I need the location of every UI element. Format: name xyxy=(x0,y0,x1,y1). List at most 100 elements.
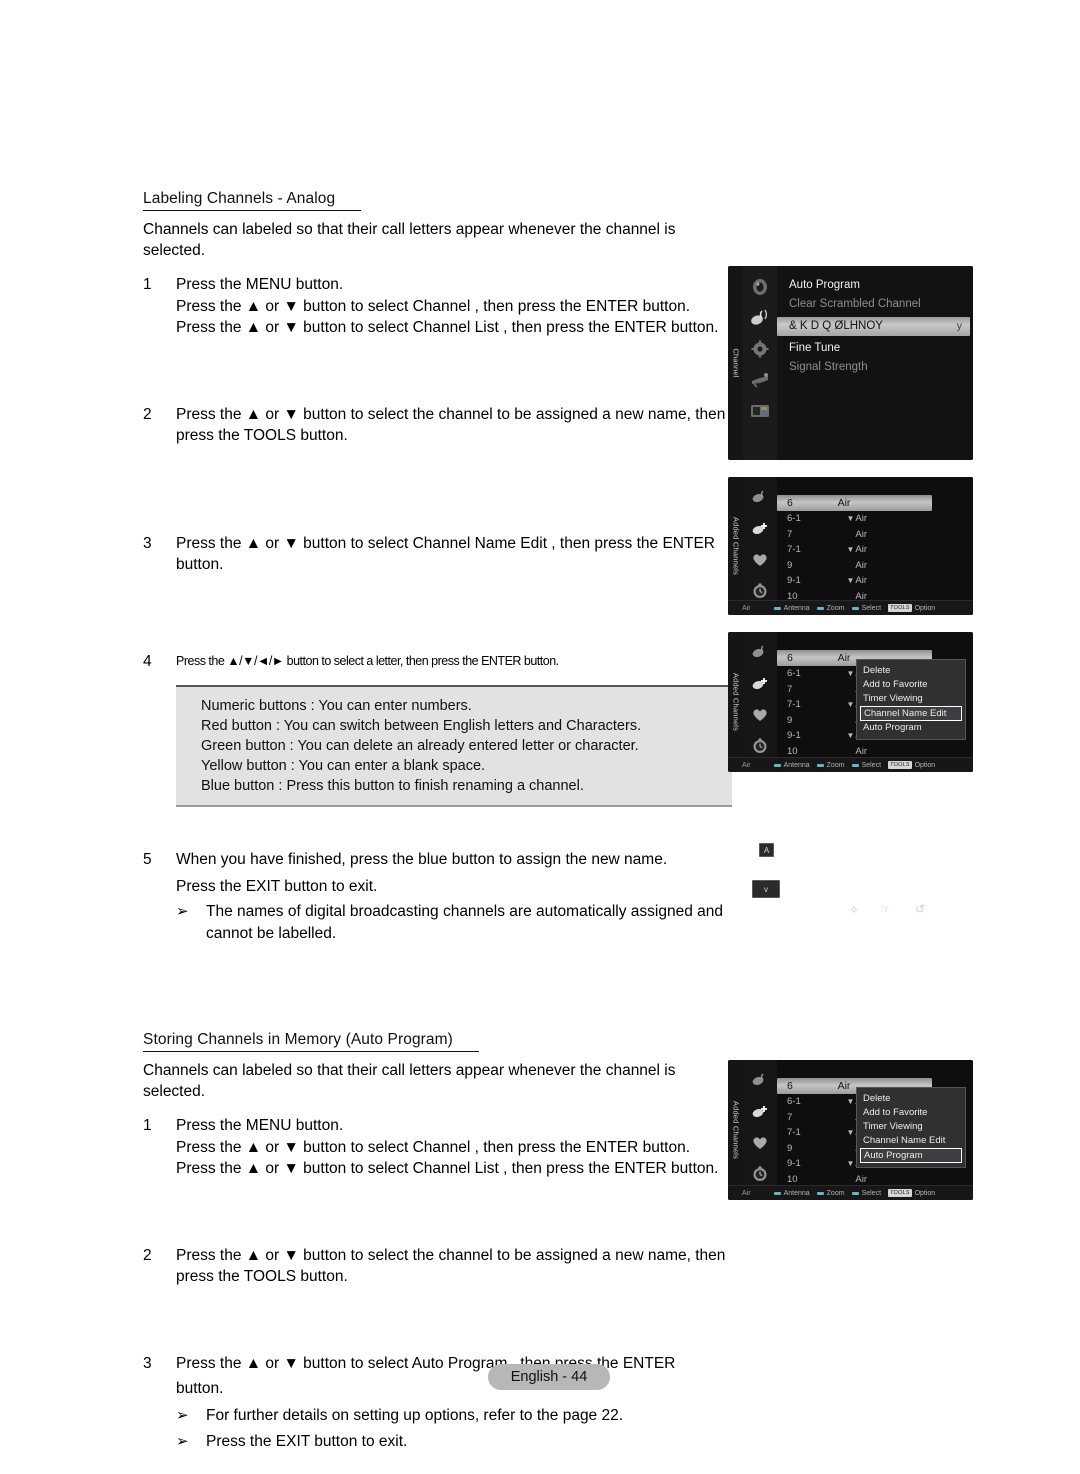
step-text: Press the ▲ or ▼ button to select the ch… xyxy=(176,1245,735,1288)
legend-line: Red button : You can switch between Engl… xyxy=(201,718,642,734)
bullet-line: cannot be labelled. xyxy=(206,924,337,942)
antenna-icon[interactable] xyxy=(747,485,773,511)
status-select[interactable]: Select xyxy=(851,605,881,612)
step-line: button. xyxy=(176,1380,224,1397)
bullet-line: Press the EXIT button to exit. xyxy=(206,1433,408,1450)
favorite-heart-icon[interactable] xyxy=(747,702,773,728)
channel-list-icon-rail xyxy=(743,632,777,772)
setup-gear-icon[interactable] xyxy=(747,336,773,362)
table-row[interactable]: 7 Air xyxy=(777,527,973,543)
status-select-label: Select xyxy=(861,761,882,769)
bullet-text: The names of digital broadcasting channe… xyxy=(206,901,735,944)
section-heading: Labeling Channels - Analog xyxy=(143,190,362,211)
section-labeling-channels-analog: Labeling Channels - Analog Channels can … xyxy=(143,190,735,944)
green-key-icon xyxy=(851,763,859,767)
context-item-channel-name-edit[interactable]: Channel Name Edit xyxy=(860,706,962,721)
tv-screenshot-channel-menu: Channel Auto Program Clear Scrambled Cha… xyxy=(728,266,973,460)
timer-clock-icon[interactable] xyxy=(747,733,773,759)
timer-clock-icon[interactable] xyxy=(747,1161,773,1187)
status-select[interactable]: Select xyxy=(851,1190,881,1197)
input-plug-icon[interactable] xyxy=(747,367,773,393)
status-zoom[interactable]: Zoom xyxy=(816,1189,845,1197)
context-item-channel-name-edit[interactable]: Channel Name Edit xyxy=(857,1134,965,1148)
context-item-delete[interactable]: Delete xyxy=(857,1092,965,1106)
green-key-icon xyxy=(773,1191,781,1195)
down-arrow-icon: ▼ xyxy=(846,1128,855,1137)
channel-number: 7-1 xyxy=(787,1127,801,1138)
section-storing-channels-auto-program: Storing Channels in Memory (Auto Program… xyxy=(143,1031,735,1453)
down-arrow-icon: ▼ xyxy=(846,576,855,585)
menu-side-label-text: Channel xyxy=(731,348,740,378)
step-number: 1 xyxy=(143,1117,152,1134)
menu-item-fine-tune[interactable]: Fine Tune xyxy=(777,339,973,358)
context-item-auto-program[interactable]: Auto Program xyxy=(860,1148,962,1163)
down-arrow-icon: ▼ xyxy=(846,1159,855,1168)
bullet-line: The names of digital broadcasting channe… xyxy=(206,903,723,920)
context-item-timer-viewing[interactable]: Timer Viewing xyxy=(857,692,965,706)
status-source: Air xyxy=(742,604,751,612)
menu-item-signal-strength[interactable]: Signal Strength xyxy=(777,358,973,377)
table-row[interactable]: 6 Air xyxy=(777,495,932,511)
antenna-icon[interactable] xyxy=(747,1068,773,1094)
added-channels-icon[interactable] xyxy=(747,516,773,542)
step-item: 5 When you have finished, press the blue… xyxy=(143,849,735,944)
status-antenna[interactable]: Antenna xyxy=(773,605,810,612)
step-text: Press the MENU button. Press the ▲ or ▼ … xyxy=(176,274,735,339)
document-text-column: Labeling Channels - Analog Channels can … xyxy=(143,190,735,1456)
tools-key-icon: TOOLS xyxy=(888,604,912,612)
antenna-icon[interactable] xyxy=(747,305,773,331)
antenna-icon[interactable] xyxy=(747,640,773,666)
menu-item-auto-program[interactable]: Auto Program xyxy=(777,276,973,295)
status-option[interactable]: TOOLS Option xyxy=(888,761,935,769)
context-item-add-to-favorite[interactable]: Add to Favorite xyxy=(857,678,965,692)
tv-screenshot-tools-auto-program: Added Channels 6 Air 6-1 ▼Air xyxy=(728,1060,973,1200)
status-select[interactable]: Select xyxy=(851,761,882,769)
menu-item-channel-list-label: & K D Q ØLHΝOΥ xyxy=(789,320,883,332)
media-panel-icon[interactable] xyxy=(747,398,773,424)
status-zoom-label: Zoom xyxy=(826,1189,845,1197)
status-zoom[interactable]: Zoom xyxy=(816,762,845,769)
channel-carrier: ▼Air xyxy=(821,542,867,558)
added-channels-icon[interactable] xyxy=(747,671,773,697)
channel-number: 9-1 xyxy=(787,1158,801,1169)
added-channels-icon[interactable] xyxy=(747,1099,773,1125)
step-line: Press the ▲ or ▼ button to select Channe… xyxy=(176,1160,719,1177)
channel-carrier: Air xyxy=(855,528,867,540)
step-item: 3 Press the ▲ or ▼ button to select Chan… xyxy=(143,533,735,576)
menu-side-label: Channel xyxy=(728,266,743,460)
context-item-auto-program[interactable]: Auto Program xyxy=(857,721,965,735)
menu-item-channel-list[interactable]: & K D Q ØLHΝOΥ y xyxy=(777,317,970,336)
status-option[interactable]: TOOLS Option xyxy=(888,604,935,612)
channel-number: 9 xyxy=(787,714,793,726)
step-text: Press the ▲ or ▼ button to select Channe… xyxy=(176,533,735,576)
button-legend-box: Numeric buttons : You can enter numbers.… xyxy=(176,685,732,807)
context-item-timer-viewing[interactable]: Timer Viewing xyxy=(857,1120,965,1134)
picture-icon[interactable] xyxy=(747,274,773,300)
favorite-heart-icon[interactable] xyxy=(747,1130,773,1156)
green-key-icon xyxy=(816,606,824,610)
favorite-heart-icon[interactable] xyxy=(747,547,773,573)
table-row[interactable]: 7-1 ▼Air xyxy=(777,542,973,558)
status-zoom[interactable]: Zoom xyxy=(816,605,845,612)
status-option[interactable]: TOOLS Option xyxy=(888,1189,935,1197)
step-line: Press the ▲ or ▼ button to select the ch… xyxy=(176,1246,726,1264)
down-arrow-icon: ▼ xyxy=(846,669,855,678)
table-row[interactable]: 6-1 ▼Air xyxy=(777,511,973,527)
channel-number: 7 xyxy=(787,683,793,695)
status-antenna-label: Antenna xyxy=(783,761,810,769)
channel-number: 6-1 xyxy=(787,668,801,679)
bullet-arrow-icon: ➢ xyxy=(176,903,189,920)
context-item-add-to-favorite[interactable]: Add to Favorite xyxy=(857,1106,965,1120)
status-antenna[interactable]: Antenna xyxy=(773,1190,810,1197)
context-item-delete[interactable]: Delete xyxy=(857,664,965,678)
table-row[interactable]: 9 Air xyxy=(777,558,973,574)
channel-list-side-label-text: Added Channels xyxy=(731,516,740,576)
menu-item-clear-scrambled-channel[interactable]: Clear Scrambled Channel xyxy=(777,295,973,314)
step-line: Press the ▲ or ▼ button to select Channe… xyxy=(176,297,691,315)
status-antenna[interactable]: Antenna xyxy=(773,761,810,769)
table-row[interactable]: 9-1 ▼Air xyxy=(777,573,973,589)
